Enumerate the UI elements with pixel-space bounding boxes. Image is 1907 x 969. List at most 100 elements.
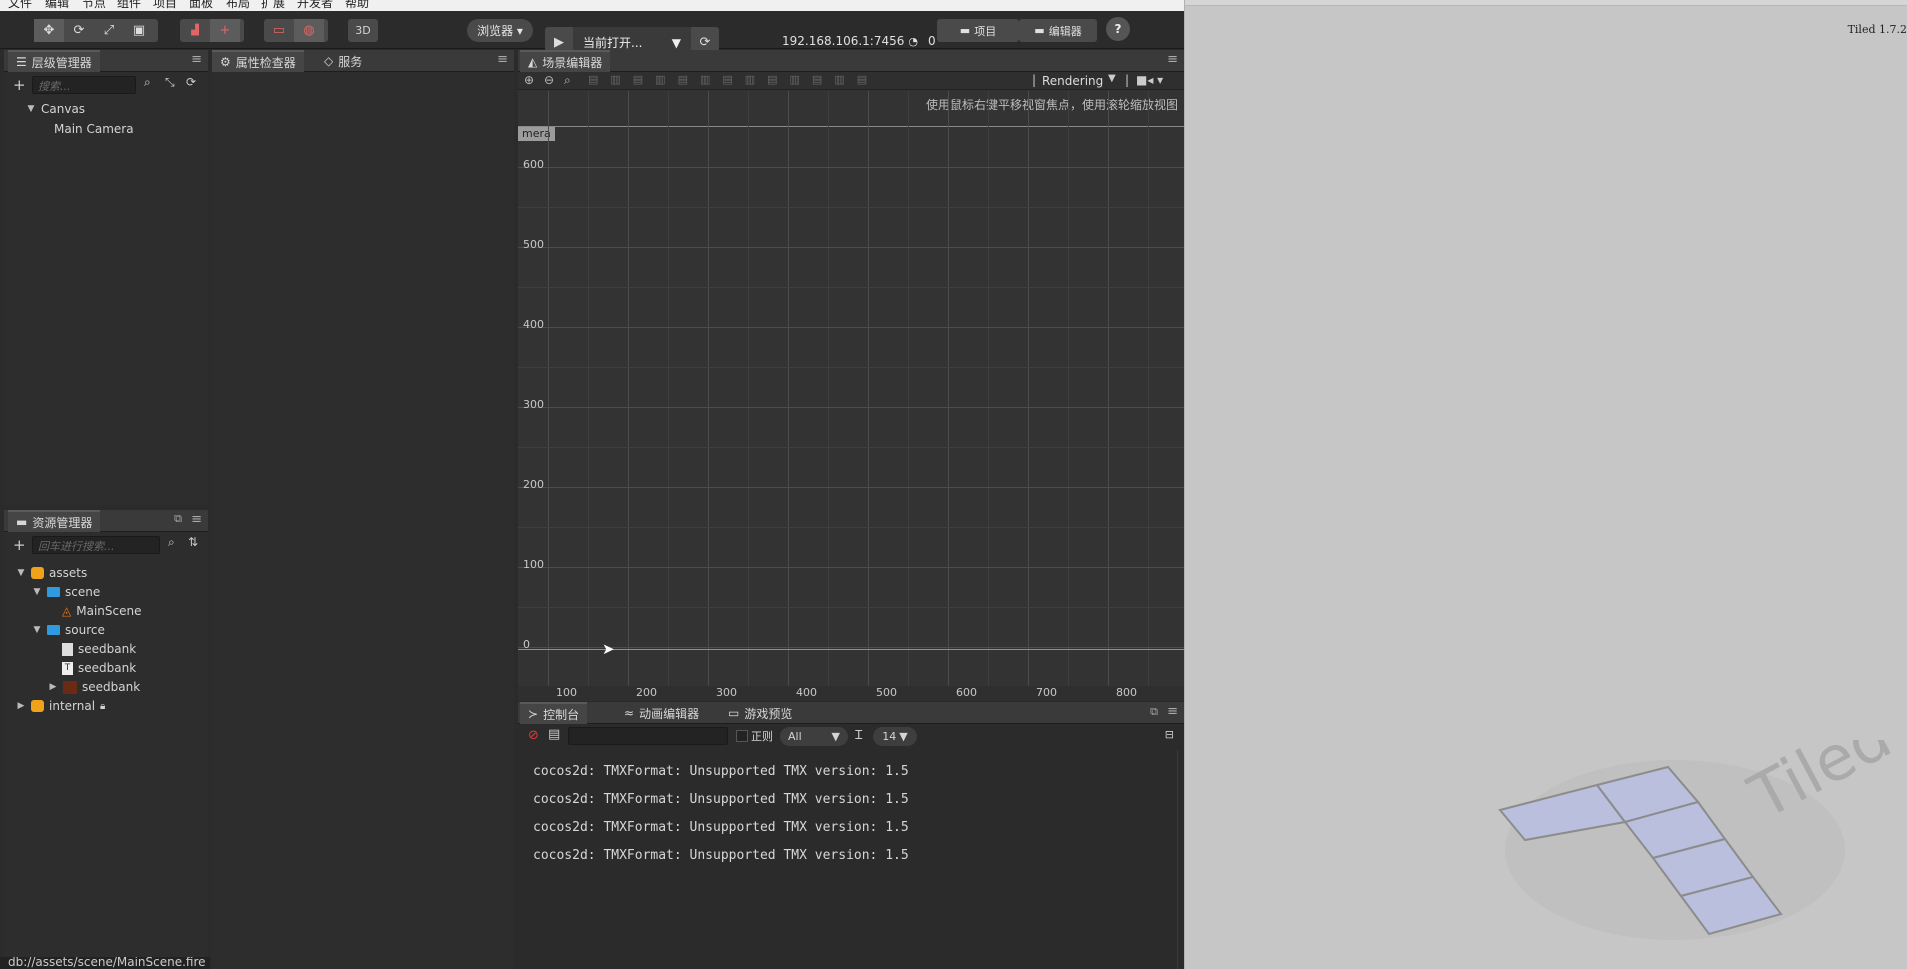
- wifi-icon: ◔: [908, 34, 918, 48]
- fire-icon: ◬: [62, 604, 72, 618]
- tree-node-canvas[interactable]: ▼ Canvas: [26, 102, 86, 116]
- grid-line-horizontal: [518, 567, 1184, 568]
- grid-line-horizontal: [518, 607, 1184, 608]
- regex-checkbox[interactable]: [736, 730, 748, 742]
- asset-item-mainscene[interactable]: ◬ MainScene: [62, 604, 141, 618]
- menu-panel[interactable]: 面板: [189, 0, 213, 11]
- expand-arrow-icon[interactable]: ▶: [48, 682, 58, 692]
- ip-address[interactable]: 192.168.106.1:7456: [782, 34, 904, 48]
- panel-menu-icon[interactable]: ≡: [497, 52, 508, 67]
- rect-icon[interactable]: ▣: [124, 19, 154, 42]
- asset-item-assets[interactable]: ▼ assets: [16, 566, 88, 580]
- asset-item-seedbank-image[interactable]: ▶ seedbank: [48, 680, 141, 694]
- grid-line-vertical: [1068, 91, 1069, 686]
- tab-assets[interactable]: ▬ 资源管理器: [8, 510, 101, 532]
- tab-inspector[interactable]: ⚙ 属性检查器: [212, 50, 304, 72]
- help-icon[interactable]: ?: [1106, 17, 1130, 41]
- grid-line-horizontal: [518, 327, 1184, 328]
- menu-extension[interactable]: 扩展: [261, 0, 285, 11]
- menu-help[interactable]: 帮助: [345, 0, 369, 11]
- browser-select[interactable]: 浏览器 ▾: [467, 19, 533, 42]
- lock-icon: 🔒︎: [100, 700, 106, 712]
- menu-node[interactable]: 节点: [82, 0, 106, 11]
- add-asset-icon[interactable]: +: [13, 536, 26, 554]
- chevron-down-icon: ▼: [671, 35, 681, 50]
- scene-select-label: 当前打开...: [583, 36, 643, 50]
- menu-layout[interactable]: 布局: [226, 0, 250, 11]
- console-icon: ≻: [528, 707, 539, 721]
- panel-menu-icon[interactable]: ≡: [191, 52, 202, 67]
- tab-animation-editor[interactable]: ≈ 动画编辑器: [616, 702, 707, 724]
- x-axis-line: [518, 649, 1184, 650]
- panel-menu-icon[interactable]: ≡: [1167, 704, 1178, 719]
- menu-component[interactable]: 组件: [117, 0, 141, 11]
- tree-node-main-camera[interactable]: Main Camera: [54, 122, 134, 136]
- collapse-icon[interactable]: ⊟: [1165, 728, 1174, 741]
- hierarchy-search-input[interactable]: 搜索...: [32, 76, 136, 94]
- text-file-icon: [62, 642, 73, 656]
- asset-item-seedbank-text[interactable]: seedbank: [62, 642, 136, 656]
- expand-arrow-icon[interactable]: ▶: [16, 701, 26, 711]
- pivot-icon[interactable]: ▟: [180, 19, 210, 42]
- add-node-icon[interactable]: +: [13, 76, 26, 94]
- open-editor-button[interactable]: ▬ 编辑器: [1019, 19, 1097, 42]
- tab-hierarchy[interactable]: ☰ 层级管理器: [8, 50, 100, 72]
- search-icon[interactable]: ⌕: [168, 535, 175, 550]
- menu-bar: 文件 编辑 节点 组件 项目 面板 布局 扩展 开发者 帮助: [0, 0, 1184, 11]
- open-editor-label: 编辑器: [1048, 24, 1082, 38]
- locate-icon[interactable]: ⤡: [165, 75, 175, 90]
- refresh-icon[interactable]: ⟳: [186, 75, 196, 89]
- global-icon[interactable]: ◍: [294, 19, 324, 42]
- tab-console[interactable]: ≻ 控制台: [520, 702, 588, 724]
- expand-arrow-icon[interactable]: ▼: [16, 568, 26, 578]
- search-icon[interactable]: ⌕: [144, 75, 151, 90]
- menu-project[interactable]: 项目: [153, 0, 177, 11]
- font-size-select[interactable]: 14 ▼: [873, 727, 917, 746]
- sort-icon[interactable]: ⇅: [188, 535, 198, 549]
- expand-arrow-icon[interactable]: ▼: [26, 104, 36, 114]
- mode-3d-button[interactable]: 3D: [348, 19, 378, 42]
- menu-developer[interactable]: 开发者: [297, 0, 333, 11]
- panel-menu-icon[interactable]: ≡: [191, 512, 202, 527]
- chevron-down-icon: ▼: [899, 730, 908, 743]
- rotate-icon[interactable]: ⟳: [64, 19, 94, 42]
- popout-icon[interactable]: ⧉: [1150, 705, 1158, 719]
- open-log-icon[interactable]: ▤: [548, 727, 560, 742]
- menu-file[interactable]: 文件: [8, 0, 32, 11]
- regex-label: 正则: [751, 730, 773, 743]
- assets-search-input[interactable]: 回车进行搜索...: [32, 536, 160, 554]
- grid-line-horizontal: [518, 247, 1184, 248]
- status-path: db://assets/scene/MainScene.fire: [8, 957, 206, 969]
- expand-arrow-icon[interactable]: ▼: [32, 625, 42, 635]
- console-filter-input[interactable]: [568, 727, 728, 745]
- asset-item-seedbank-tmx[interactable]: Tseedbank: [62, 661, 136, 675]
- asset-item-internal[interactable]: ▶ internal 🔒︎: [16, 699, 106, 713]
- move-icon[interactable]: ✥: [34, 19, 64, 42]
- asset-item-scene[interactable]: ▼ scene: [32, 585, 101, 599]
- font-size-value: 14: [882, 730, 897, 743]
- local-icon[interactable]: ▭: [264, 19, 294, 42]
- open-project-button[interactable]: ▬ 项目: [937, 19, 1019, 42]
- asset-label: seedbank: [78, 642, 137, 656]
- anchor-icon[interactable]: +: [210, 19, 240, 42]
- grid-line-vertical: [908, 91, 909, 686]
- tab-scene-editor[interactable]: ◭ 场景编辑器: [520, 50, 611, 72]
- menu-edit[interactable]: 编辑: [45, 0, 69, 11]
- expand-arrow-icon[interactable]: ▼: [32, 587, 42, 597]
- tab-game-preview[interactable]: ▭ 游戏预览: [720, 702, 800, 724]
- tab-services[interactable]: ◇ 服务: [316, 50, 370, 72]
- popout-icon[interactable]: ⧉: [174, 512, 182, 526]
- device-count: 0: [927, 34, 936, 48]
- console-header: ≻ 控制台 ≈ 动画编辑器 ▭ 游戏预览 ⧉ ≡: [518, 702, 1184, 724]
- scale-icon[interactable]: ⤢: [94, 19, 124, 42]
- panel-menu-icon[interactable]: ≡: [1167, 52, 1178, 67]
- asset-label: internal: [49, 699, 96, 713]
- asset-label: seedbank: [82, 680, 141, 694]
- x-ruler-label: 500: [876, 686, 897, 699]
- level-select[interactable]: All ▼: [780, 727, 848, 746]
- asset-item-source[interactable]: ▼ source: [32, 623, 105, 637]
- clear-icon[interactable]: ⊘: [528, 728, 539, 743]
- assets-panel: + 回车进行搜索... ⌕ ⇅ ▼ assets ▼ scene ◬ MainScen…: [4, 532, 208, 957]
- scene-viewport[interactable]: ⊕ ⊖ ⌕ ▤▥▤▥▤▥▤▥▤▥▤▥▤ | Rendering ▼ | ■◂ ▾…: [518, 72, 1184, 701]
- grid-line-vertical: [1028, 91, 1029, 686]
